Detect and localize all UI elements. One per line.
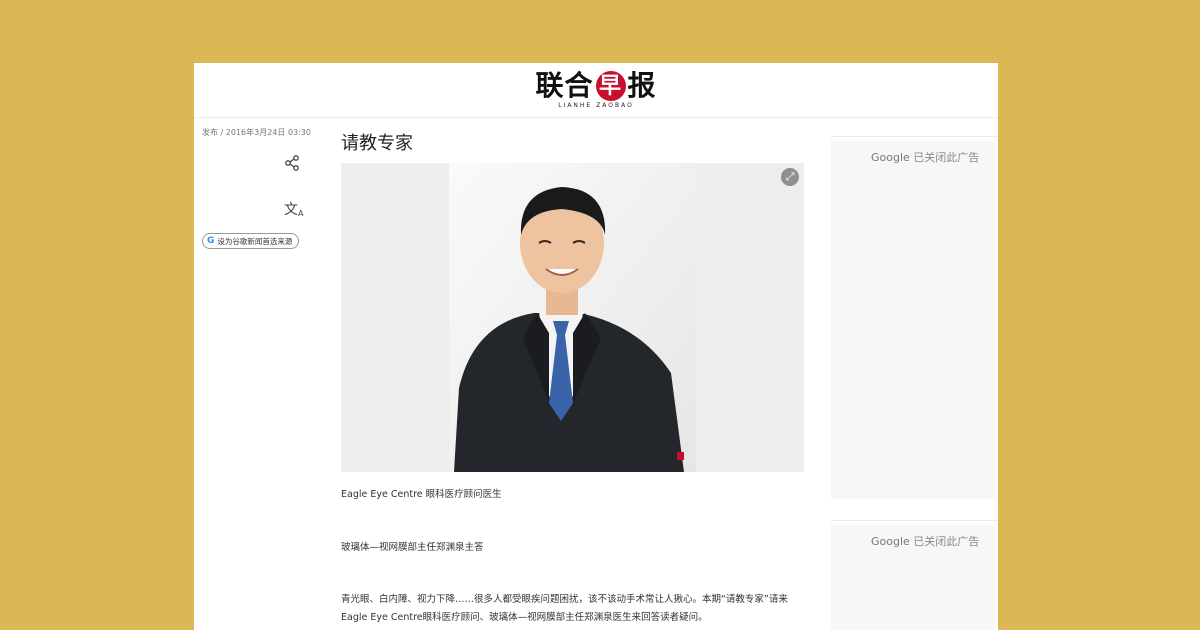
google-g-icon: G [207,236,215,246]
translate-sub: A [298,209,304,218]
logo-text-right: 报 [627,69,657,102]
logo-english: LIANHE ZAOBAO [558,102,634,109]
article-page: 联合 早 报 LIANHE ZAOBAO 发布 / 2016年3月24日 03:… [194,63,998,630]
photo-frame [449,163,696,472]
portrait-figure [449,163,696,472]
site-logo[interactable]: 联合 早 报 [535,71,656,101]
publish-meta: 发布 / 2016年3月24日 03:30 [202,128,312,137]
ad-divider [831,136,998,137]
ad-slot: Google 已关闭此广告 [831,141,995,499]
article-paragraph: 青光眼、白内障、视力下降……很多人都受眼疾问题困扰，该不该动手术常让人揪心。本期… [341,594,788,623]
ad-closed-text: 已关闭此广告 [913,535,980,548]
translate-icon[interactable]: 文A [284,199,303,219]
site-header: 联合 早 报 LIANHE ZAOBAO [194,63,998,118]
ad-closed-label: Google 已关闭此广告 [871,533,979,549]
share-icon[interactable] [284,155,300,171]
ad-slot: Google 已关闭此广告 [831,525,995,630]
logo-text-left: 联合 [535,69,594,102]
translate-glyph: 文 [284,202,298,218]
ad-closed-text: 已关闭此广告 [913,151,980,164]
photo-caption: Eagle Eye Centre 眼科医疗顾问医生 [341,489,502,500]
ad-divider [831,520,998,521]
logo-seal: 早 [595,71,626,101]
ad-closed-label: Google 已关闭此广告 [871,149,979,165]
google-preferred-source-button[interactable]: G 设为谷歌新闻首选来源 [202,233,300,249]
expand-image-icon[interactable]: ⤢ [781,168,799,186]
article-title: 请教专家 [341,133,413,154]
google-brand: Google [871,151,910,164]
google-source-label: 设为谷歌新闻首选来源 [217,236,293,246]
article-photo[interactable]: ⤢ [341,163,804,472]
article-paragraph: 玻璃体—视网膜部主任郑渊泉主答 [341,542,484,553]
google-brand: Google [871,535,910,548]
